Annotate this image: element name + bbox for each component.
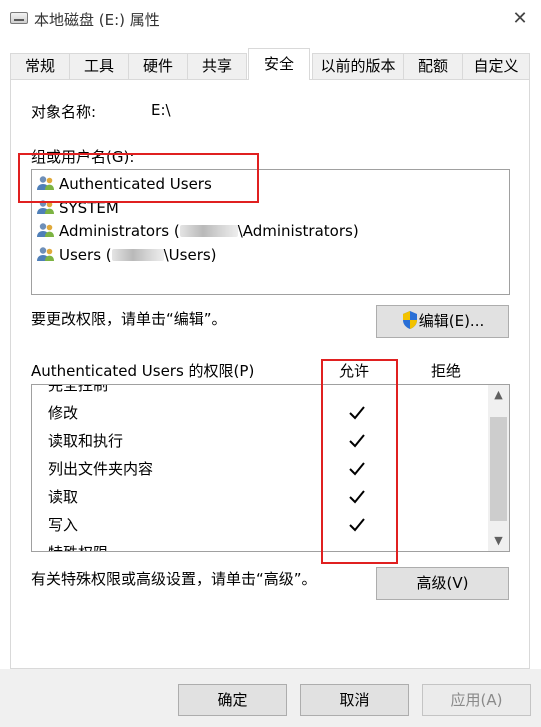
perm-row-list-folder: 列出文件夹内容 xyxy=(48,460,154,478)
perm-row-modify: 修改 xyxy=(48,404,79,422)
object-name-label: 对象名称: xyxy=(31,103,97,121)
ok-button[interactable]: 确定 xyxy=(178,684,287,716)
user-group-icon xyxy=(37,247,54,261)
user-group-icon xyxy=(37,223,54,237)
advanced-button[interactable]: 高级(V) xyxy=(376,567,509,600)
user-name-suffix: \Administrators) xyxy=(237,222,359,240)
tab-tools[interactable]: 工具 xyxy=(69,53,129,79)
drive-icon xyxy=(10,12,28,24)
tab-previous-versions[interactable]: 以前的版本 xyxy=(312,53,404,79)
redacted-machine-name xyxy=(179,225,238,237)
list-item-administrators[interactable]: Administrators ( \Administrators) xyxy=(36,220,359,242)
perm-row-full-control: 完全控制 xyxy=(48,384,109,394)
advanced-hint-text: 有关特殊权限或高级设置，请单击“高级”。 xyxy=(31,570,317,588)
scroll-up-arrow-icon[interactable]: ▲ xyxy=(488,385,509,405)
cancel-button[interactable]: 取消 xyxy=(300,684,409,716)
uac-shield-icon xyxy=(402,311,417,329)
perm-row-read: 读取 xyxy=(48,488,79,506)
tab-general[interactable]: 常规 xyxy=(10,53,70,79)
tab-sharing[interactable]: 共享 xyxy=(187,53,247,79)
user-name-prefix: Administrators ( xyxy=(59,222,180,240)
redacted-machine-name xyxy=(111,249,164,261)
perm-row-special: 特殊权限 xyxy=(48,539,108,551)
tab-security[interactable]: 安全 xyxy=(248,48,310,80)
edit-button-label: 编辑(E)... xyxy=(418,312,485,330)
annotation-box-allow xyxy=(321,359,398,564)
edit-button[interactable]: 编辑(E)... xyxy=(376,305,509,338)
user-name-prefix: Users ( xyxy=(59,246,112,264)
list-item-users[interactable]: Users ( \Users) xyxy=(36,244,217,266)
apply-button[interactable]: 应用(A) xyxy=(422,684,531,716)
tab-hardware[interactable]: 硬件 xyxy=(128,53,188,79)
permissions-title: Authenticated Users 的权限(P) xyxy=(31,362,255,380)
edit-hint-text: 要更改权限，请单击“编辑”。 xyxy=(31,310,227,328)
scroll-down-arrow-icon[interactable]: ▼ xyxy=(488,531,509,551)
user-name-suffix: \Users) xyxy=(163,246,217,264)
tab-quota[interactable]: 配额 xyxy=(403,53,463,79)
close-button[interactable]: ✕ xyxy=(505,6,535,32)
window-title: 本地磁盘 (E:) 属性 xyxy=(34,11,160,29)
perm-row-write: 写入 xyxy=(48,516,79,534)
perm-row-read-execute: 读取和执行 xyxy=(48,432,124,450)
object-name-value: E:\ xyxy=(151,101,171,119)
title-bar: 本地磁盘 (E:) 属性 ✕ xyxy=(0,0,541,38)
tab-customize[interactable]: 自定义 xyxy=(462,53,530,79)
scroll-thumb[interactable] xyxy=(490,417,507,521)
tab-strip: 常规 工具 硬件 共享 安全 以前的版本 配额 自定义 xyxy=(0,48,541,80)
deny-column-header: 拒绝 xyxy=(431,362,462,380)
permissions-scrollbar[interactable]: ▲ ▼ xyxy=(488,385,509,551)
permissions-list[interactable]: 完全控制 修改 读取和执行 列出文件夹内容 读取 写入 特殊权限 xyxy=(31,384,510,552)
annotation-box-users xyxy=(18,153,259,203)
